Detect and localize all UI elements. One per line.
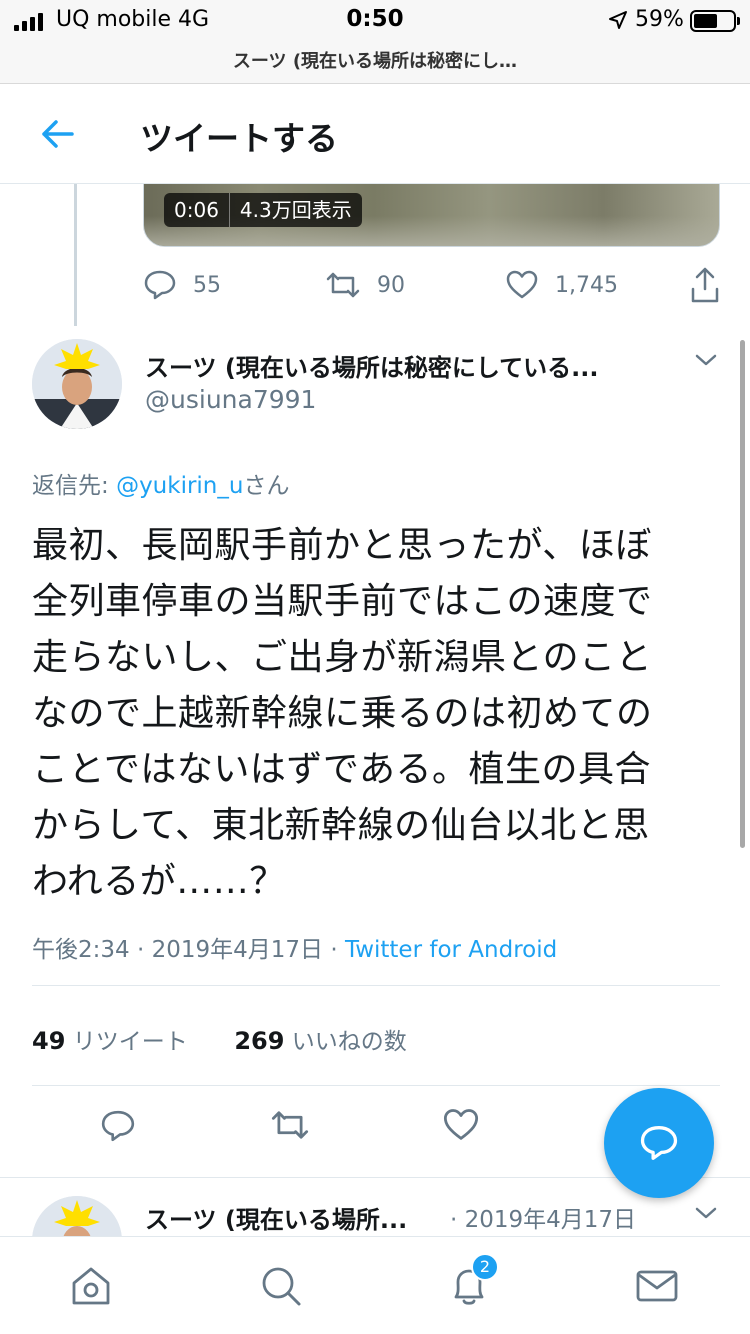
battery-icon bbox=[690, 10, 740, 32]
tweet-meta: 午後2:34 · 2019年4月17日 · Twitter for Androi… bbox=[32, 930, 557, 964]
tweet-text-line: からして、東北新幹線の仙台以北と思 bbox=[32, 805, 650, 846]
divider bbox=[32, 985, 720, 986]
share-icon[interactable] bbox=[689, 262, 721, 308]
reply-bubble-icon bbox=[640, 1126, 678, 1160]
tweet-text-line: われるが……？ bbox=[32, 861, 286, 902]
tweet-text-line: ことではないはずである。植生の具合 bbox=[32, 749, 652, 790]
retweet-icon[interactable] bbox=[270, 1108, 310, 1142]
home-icon[interactable] bbox=[68, 1263, 114, 1309]
tweet-text-line: 最初、長岡駅手前かと思ったが、ほぼ bbox=[32, 525, 652, 566]
search-icon[interactable] bbox=[258, 1263, 304, 1309]
status-bar: UQ mobile 4G 0:50 59% bbox=[0, 0, 750, 44]
video-info-tag: 0:06 4.3万回表示 bbox=[164, 193, 362, 227]
reply-suffix: さん bbox=[243, 473, 290, 499]
scrollbar[interactable] bbox=[740, 340, 745, 848]
reply-prefix: 返信先: bbox=[32, 473, 117, 499]
retweet-icon bbox=[326, 272, 360, 298]
video-views: 4.3万回表示 bbox=[228, 193, 362, 227]
tweet-source-link[interactable]: Twitter for Android bbox=[345, 937, 557, 963]
video-duration: 0:06 bbox=[174, 198, 219, 222]
top-header: ツイートする bbox=[0, 84, 750, 184]
retweet-count: 90 bbox=[377, 272, 405, 298]
page-title: ツイートする bbox=[140, 119, 338, 158]
battery-percent: 59% bbox=[635, 7, 684, 32]
location-icon bbox=[609, 11, 627, 29]
retweet-button[interactable]: 90 bbox=[325, 262, 405, 308]
chevron-down-icon[interactable] bbox=[694, 352, 718, 368]
heart-icon bbox=[506, 270, 538, 299]
profile-photo bbox=[32, 339, 122, 429]
reply-button[interactable]: 55 bbox=[143, 262, 221, 308]
chevron-down-icon[interactable] bbox=[694, 1205, 718, 1221]
like-total-label[interactable]: いいねの数 bbox=[292, 1029, 407, 1055]
url-bar[interactable]: スーツ (現在いる場所は秘密にし… bbox=[0, 44, 750, 84]
tweet-text-line: なので上越新幹線に乗るのは初めての bbox=[32, 693, 653, 734]
divider bbox=[32, 1085, 720, 1086]
retweet-total[interactable]: 49 bbox=[32, 1027, 65, 1055]
tweet-text: 最初、長岡駅手前かと思ったが、ほぼ 全列車停車の当駅手前ではこの速度で 走らない… bbox=[32, 518, 722, 910]
like-button[interactable]: 1,745 bbox=[505, 262, 618, 308]
reply-mention-link[interactable]: @yukirin_u bbox=[116, 473, 243, 499]
reply-icon bbox=[144, 270, 176, 300]
tweet-stats: 49 リツイート 269 いいねの数 bbox=[32, 1022, 407, 1056]
avatar[interactable] bbox=[32, 339, 122, 429]
compose-reply-button[interactable] bbox=[604, 1088, 714, 1198]
tweet-date: · 2019年4月17日 bbox=[450, 1207, 637, 1233]
notification-badge: 2 bbox=[471, 1253, 499, 1281]
reply-icon[interactable] bbox=[100, 1108, 136, 1144]
tweet-timestamp: 午後2:34 · 2019年4月17日 · bbox=[32, 937, 345, 963]
arrow-left-icon[interactable] bbox=[36, 114, 80, 154]
reply-count: 55 bbox=[193, 272, 221, 298]
author-name[interactable]: スーツ (現在いる場所... bbox=[145, 1200, 407, 1235]
like-count: 1,745 bbox=[555, 272, 618, 298]
bottom-nav: 2 bbox=[0, 1236, 750, 1334]
messages-icon[interactable] bbox=[634, 1263, 680, 1309]
author-name[interactable]: スーツ (現在いる場所は秘密にしている... bbox=[145, 348, 598, 383]
author-handle[interactable]: @usiuna7991 bbox=[145, 385, 316, 414]
tweet-text-line: 走らないし、ご出身が新潟県とのこと bbox=[32, 637, 653, 678]
previous-tweet-actions: 55 90 1,745 bbox=[143, 262, 723, 308]
tweet-text-line: 全列車停車の当駅手前ではこの速度で bbox=[32, 581, 653, 622]
retweet-total-label[interactable]: リツイート bbox=[73, 1029, 188, 1055]
reply-to: 返信先: @yukirin_uさん bbox=[32, 466, 289, 500]
thread-line bbox=[74, 184, 77, 326]
heart-icon[interactable] bbox=[442, 1108, 480, 1142]
like-total[interactable]: 269 bbox=[234, 1027, 284, 1055]
